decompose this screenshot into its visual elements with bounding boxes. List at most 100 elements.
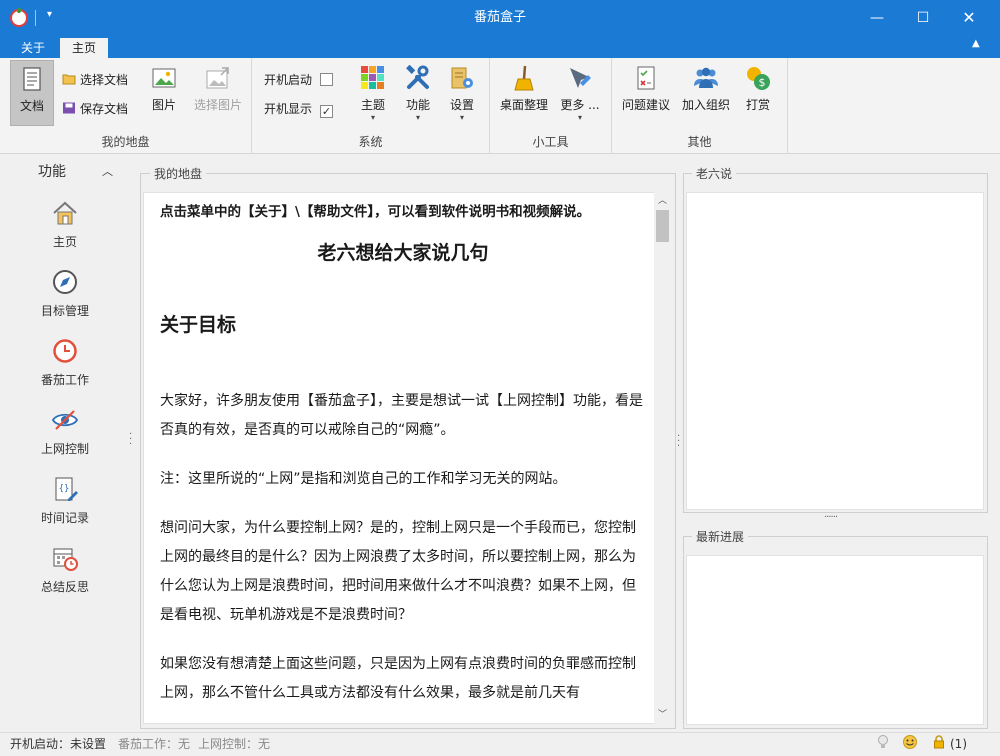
select-picture-icon xyxy=(204,64,232,92)
auto-start-checkbox[interactable] xyxy=(320,73,334,86)
log-edit-icon: {} xyxy=(51,475,79,503)
nav-label-time-log: 时间记录 xyxy=(40,511,89,525)
select-picture-button[interactable]: 选择图片 xyxy=(190,60,246,126)
more-tools-button[interactable]: 更多 ... ▾ xyxy=(556,60,604,126)
scroll-thumb[interactable] xyxy=(656,210,669,242)
lock-count: (1) xyxy=(950,737,967,751)
save-icon xyxy=(62,100,76,114)
auto-show-toggle[interactable]: 开机显示 ✓ xyxy=(264,99,334,119)
doc-paragraph-4: 如果您没有想清楚上面这些问题，只是因为上网有点浪费时间的负罪感而控制上网，那么不… xyxy=(160,656,636,701)
join-group-label: 加入组织 xyxy=(681,98,730,112)
bulb-icon[interactable] xyxy=(876,734,890,756)
nav-label-tomato: 番茄工作 xyxy=(40,373,89,387)
doc-button[interactable]: 文档 xyxy=(10,60,54,126)
function-dropdown-icon: ▾ xyxy=(415,113,420,122)
calendar-clock-icon xyxy=(51,544,79,572)
nav-label-home: 主页 xyxy=(52,235,77,249)
document-scrollbar[interactable]: ︿ ﹀ xyxy=(654,192,671,724)
title-bar: ▾ 番茄盒子 — ☐ ✕ xyxy=(0,0,1000,36)
doc-paragraph-3: 想问问大家，为什么要控制上网？是的，控制上网只是一个手段而已，您控制上网的最终目… xyxy=(160,520,636,623)
middle-splitter-grip[interactable]: · · · xyxy=(677,432,681,452)
save-doc-label: 保存文档 xyxy=(80,102,129,116)
svg-text:$: $ xyxy=(759,76,766,89)
settings-gear-icon xyxy=(448,64,476,92)
ribbon: 文档 选择文档 保存文档 图片 选择图片 我的地盘 开机启动 开机显示 ✓ 主题… xyxy=(0,58,1000,154)
nav-item-goals[interactable]: 目标管理 xyxy=(20,268,110,332)
scroll-down-icon[interactable]: ﹀ xyxy=(654,708,671,722)
theme-dropdown-icon: ▾ xyxy=(370,113,375,122)
auto-start-label: 开机启动 xyxy=(264,73,313,87)
select-doc-button[interactable]: 选择文档 xyxy=(62,70,128,90)
progress-panel-content[interactable] xyxy=(686,555,984,725)
laoliu-panel-content[interactable] xyxy=(686,192,984,510)
desktop-tidy-label: 桌面整理 xyxy=(499,98,548,112)
left-nav: 功能 ︿ 主页 目标管理 番茄工作 上网控制 {} 时间记录 总结反思 xyxy=(0,155,130,732)
nav-item-net-control[interactable]: 上网控制 xyxy=(20,406,110,470)
auto-start-toggle[interactable]: 开机启动 xyxy=(264,70,334,90)
lock-icon[interactable] xyxy=(932,734,946,756)
settings-button[interactable]: 设置 ▾ xyxy=(442,60,482,126)
feedback-label: 问题建议 xyxy=(621,98,670,112)
document-icon xyxy=(18,65,46,93)
doc-paragraph-2: 注：这里所说的“上网”是指和浏览自己的工作和学习无关的网站。 xyxy=(160,471,567,487)
settings-label: 设置 xyxy=(449,98,474,112)
scroll-up-icon[interactable]: ︿ xyxy=(654,194,671,208)
ribbon-tab-bar: 关于 主页 ▲ xyxy=(0,36,1000,58)
laoliu-panel-title: 老六说 xyxy=(692,165,737,182)
feedback-button[interactable]: 问题建议 xyxy=(618,60,674,126)
doc-button-label: 文档 xyxy=(19,99,44,113)
function-label: 功能 xyxy=(405,98,430,112)
nav-item-reflection[interactable]: 总结反思 xyxy=(20,544,110,608)
theme-label: 主题 xyxy=(360,98,385,112)
left-nav-header: 功能 ︿ xyxy=(0,161,130,181)
nav-item-tomato[interactable]: 番茄工作 xyxy=(20,337,110,401)
auto-show-checkbox[interactable]: ✓ xyxy=(320,105,334,118)
smile-icon[interactable] xyxy=(902,734,918,756)
nav-label-net-control: 上网控制 xyxy=(40,442,89,456)
document-view[interactable]: 点击菜单中的【关于】\【帮助文件】，可以看到软件说明书和视频解说。 老六想给大家… xyxy=(143,192,671,724)
tab-home[interactable]: 主页 xyxy=(60,38,108,58)
save-doc-button[interactable]: 保存文档 xyxy=(62,99,128,119)
group-system-label: 系统 xyxy=(358,135,383,149)
nav-label-reflection: 总结反思 xyxy=(40,580,89,594)
right-splitter-grip[interactable]: ...... xyxy=(824,509,838,520)
collapse-ribbon-icon[interactable]: ▲ xyxy=(972,38,980,49)
group-my-site: 文档 选择文档 保存文档 图片 选择图片 我的地盘 xyxy=(0,58,252,154)
picture-button[interactable]: 图片 xyxy=(142,60,186,126)
coin-dollar-icon: $ xyxy=(744,64,772,92)
picture-icon xyxy=(150,64,178,92)
collapse-nav-icon[interactable]: ︿ xyxy=(102,163,113,179)
desktop-tidy-button[interactable]: 桌面整理 xyxy=(496,60,552,126)
maximize-button[interactable]: ☐ xyxy=(900,0,946,36)
tools-icon xyxy=(404,64,432,92)
auto-show-label: 开机显示 xyxy=(264,102,313,116)
folder-open-icon xyxy=(62,71,76,85)
select-picture-label: 选择图片 xyxy=(193,98,242,112)
svg-text:{}: {} xyxy=(59,484,70,494)
theme-button[interactable]: 主题 ▾ xyxy=(352,60,394,126)
donate-button[interactable]: $ 打赏 xyxy=(738,60,778,126)
document-content: 点击菜单中的【关于】\【帮助文件】，可以看到软件说明书和视频解说。 老六想给大家… xyxy=(160,201,646,708)
doc-paragraph-1: 大家好，许多朋友使用【番茄盒子】，主要是想试一试【上网控制】功能，看是否真的有效… xyxy=(160,393,643,438)
doc-heading-1: 老六想给大家说几句 xyxy=(317,242,489,264)
function-button[interactable]: 功能 ▾ xyxy=(398,60,438,126)
picture-label: 图片 xyxy=(151,98,176,112)
close-button[interactable]: ✕ xyxy=(946,0,992,36)
doc-help-note: 点击菜单中的【关于】\【帮助文件】，可以看到软件说明书和视频解说。 xyxy=(160,204,591,220)
more-dropdown-icon: ▾ xyxy=(577,113,582,122)
minimize-button[interactable]: — xyxy=(854,0,900,36)
compass-icon xyxy=(51,268,79,296)
join-group-button[interactable]: 加入组织 xyxy=(678,60,734,126)
nav-item-time-log[interactable]: {} 时间记录 xyxy=(20,475,110,539)
nav-item-home[interactable]: 主页 xyxy=(20,199,110,263)
status-net-control: 上网控制：无 xyxy=(198,737,271,751)
broom-icon xyxy=(510,64,538,92)
tab-about[interactable]: 关于 xyxy=(10,38,56,58)
settings-dropdown-icon: ▾ xyxy=(459,113,464,122)
left-splitter-grip[interactable]: · · · xyxy=(129,430,133,450)
group-tools: 桌面整理 更多 ... ▾ 小工具 xyxy=(490,58,612,154)
home-icon xyxy=(51,199,79,227)
doc-heading-2: 关于目标 xyxy=(160,314,237,336)
more-tools-label: 更多 ... xyxy=(560,98,600,112)
pen-ruler-icon xyxy=(566,64,594,92)
